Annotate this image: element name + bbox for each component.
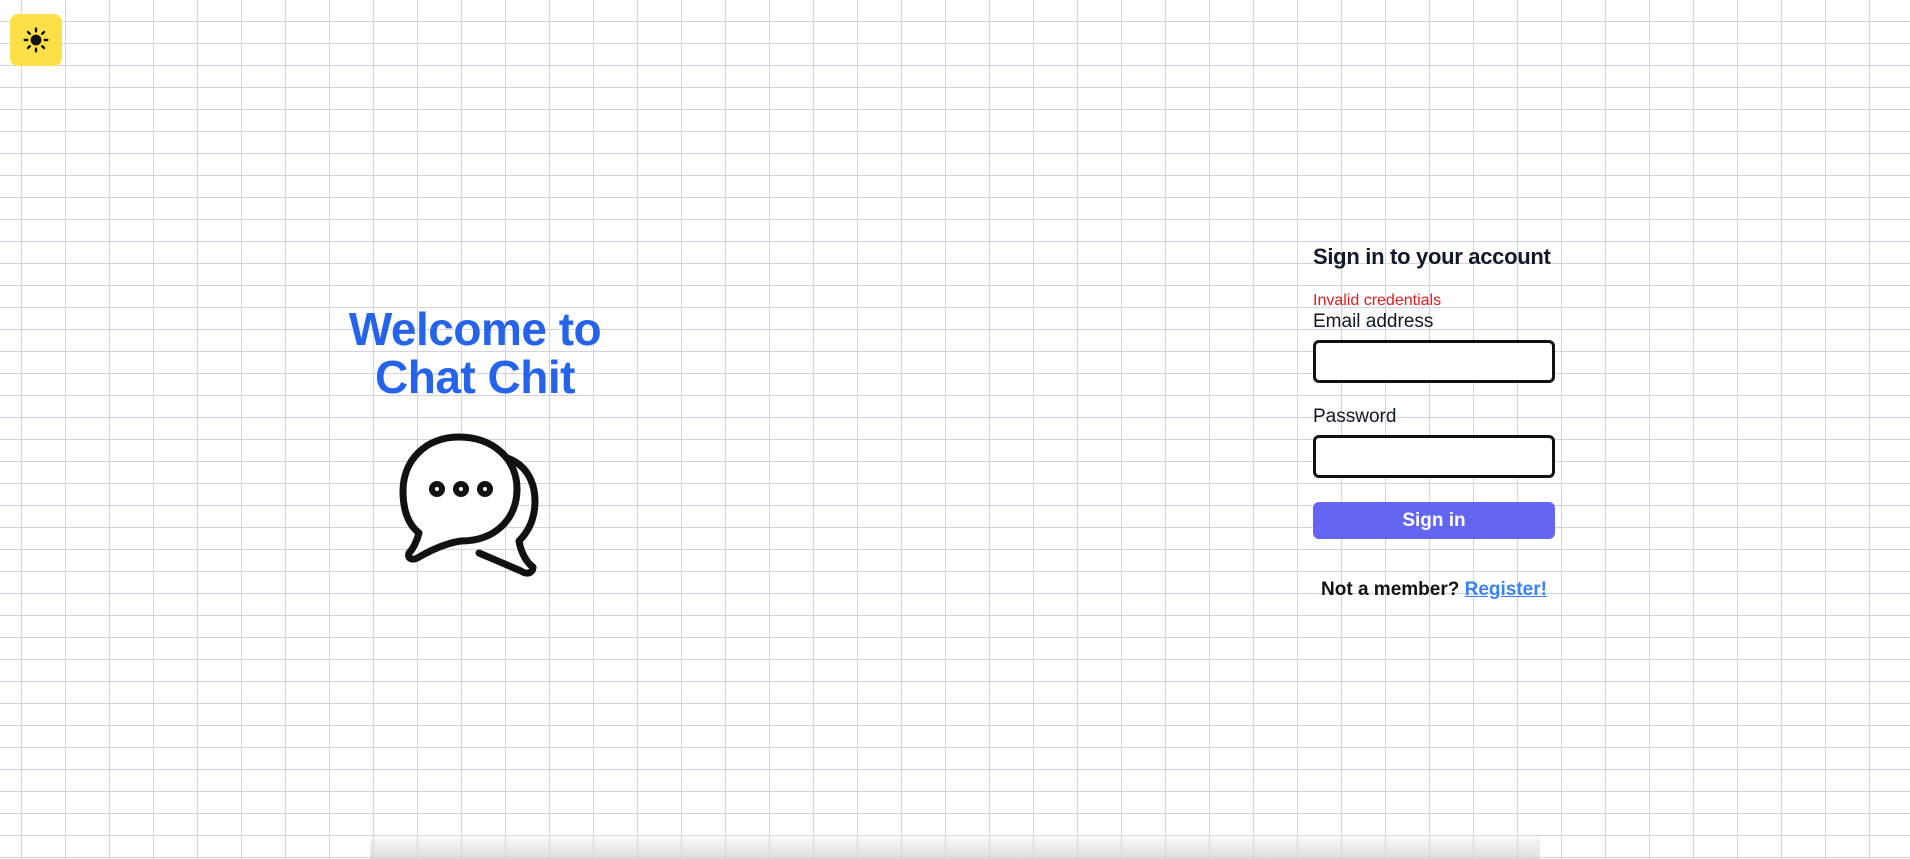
password-label: Password [1313, 406, 1397, 427]
password-field[interactable] [1313, 435, 1555, 478]
brick-background [0, 0, 1910, 859]
welcome-title: Welcome to Chat Chit [300, 305, 650, 401]
signin-form: Sign in to your account Invalid credenti… [1313, 240, 1555, 601]
email-label: Email address [1313, 311, 1434, 332]
register-link[interactable]: Register! [1465, 579, 1547, 600]
register-prompt: Not a member? [1321, 579, 1460, 600]
sun-icon [23, 27, 49, 53]
register-prompt-line: Not a member? Register! [1313, 579, 1555, 601]
theme-toggle-button[interactable] [10, 14, 62, 66]
chat-bubbles-icon [399, 433, 539, 577]
sign-in-button[interactable]: Sign in [1313, 502, 1555, 539]
error-message: Invalid credentials [1313, 292, 1442, 309]
signin-title: Sign in to your account [1313, 244, 1551, 269]
welcome-hero: Welcome to Chat Chit [300, 305, 650, 579]
welcome-title-line1: Welcome to [348, 303, 602, 355]
email-field[interactable] [1313, 340, 1555, 383]
bottom-panel-shadow [370, 835, 1540, 859]
welcome-title-line2: Chat Chit [375, 351, 575, 403]
